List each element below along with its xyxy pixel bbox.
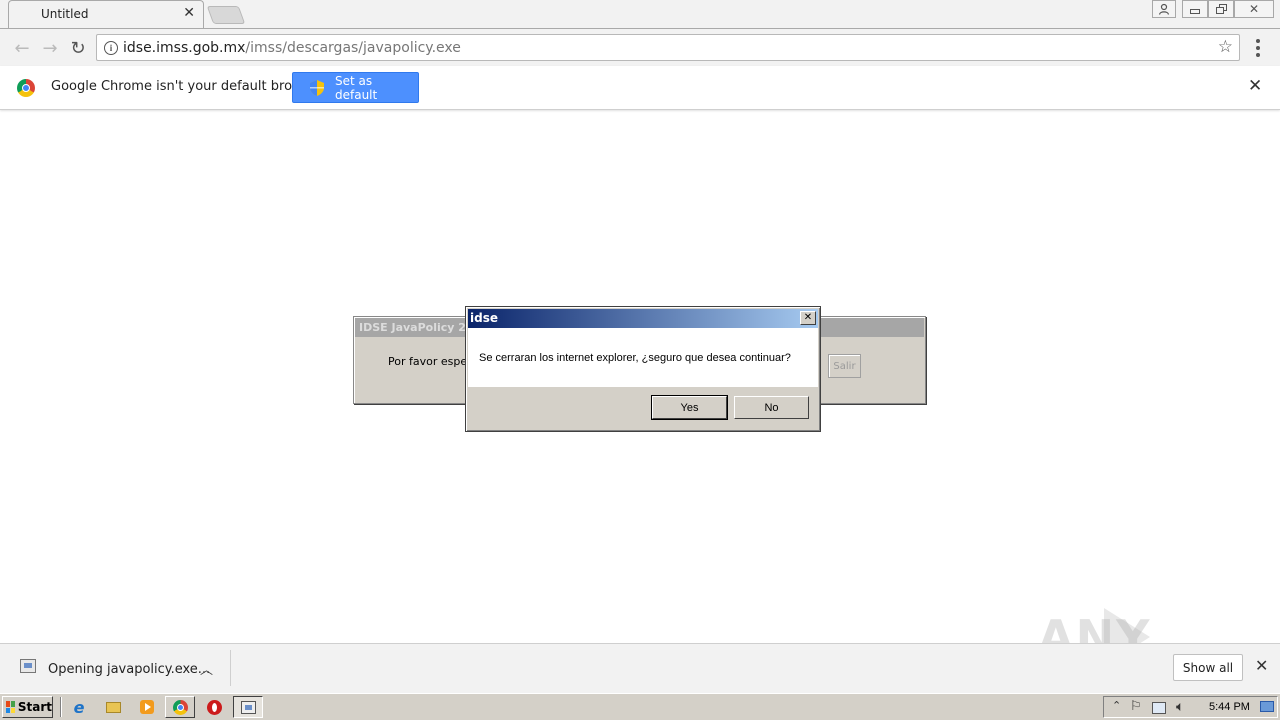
opera-icon: [206, 699, 222, 715]
taskbar-separator: [60, 697, 62, 717]
yes-button[interactable]: Yes: [651, 395, 728, 420]
show-all-button[interactable]: Show all: [1173, 654, 1243, 681]
new-tab-button[interactable]: [206, 6, 246, 24]
url-host: idse.imss.gob.mx: [123, 40, 246, 56]
uac-shield-icon: [310, 80, 324, 96]
opera-quicklaunch[interactable]: [204, 698, 224, 716]
close-window-button[interactable]: ✕: [1234, 0, 1274, 18]
exe-file-icon: [20, 659, 36, 673]
minimize-button[interactable]: [1182, 0, 1208, 18]
minimize-icon: [1190, 8, 1200, 14]
message-box-close-icon[interactable]: ✕: [800, 311, 816, 325]
infobar-close-icon[interactable]: ✕: [1248, 78, 1262, 95]
shelf-divider: [230, 650, 231, 686]
back-button[interactable]: ←: [10, 36, 34, 60]
no-button[interactable]: No: [734, 396, 809, 419]
person-icon: [1158, 3, 1170, 15]
start-button[interactable]: Start: [2, 696, 53, 718]
system-tray: ⌃ ⚐ 🔈︎ 5:44 PM: [1103, 696, 1278, 718]
tab-close-icon[interactable]: ✕: [183, 6, 195, 20]
chrome-taskbar-button[interactable]: [165, 696, 195, 718]
message-box-body: Se cerraran los internet explorer, ¿segu…: [468, 328, 818, 387]
close-icon: ✕: [1248, 2, 1260, 16]
download-shelf: Opening javapolicy.exe... ︿ Show all ✕: [0, 643, 1280, 693]
set-as-default-label: Set as default: [335, 73, 378, 102]
taskbar-clock[interactable]: 5:44 PM: [1209, 701, 1250, 713]
show-desktop-icon[interactable]: [1260, 701, 1274, 716]
reload-icon: ↻: [70, 37, 86, 59]
chrome-icon: [172, 699, 188, 715]
explorer-quicklaunch[interactable]: [103, 698, 123, 716]
arrow-right-icon: →: [42, 37, 58, 59]
media-player-quicklaunch[interactable]: [137, 698, 157, 716]
javapolicy-taskbar-button[interactable]: [233, 696, 263, 718]
profile-button[interactable]: [1152, 0, 1176, 18]
default-browser-infobar: Google Chrome isn't your default browser…: [0, 66, 1280, 110]
show-hidden-icons-chevron-icon[interactable]: ⌃: [1112, 699, 1121, 712]
infobar-message: Google Chrome isn't your default browser: [51, 79, 323, 94]
shelf-close-icon[interactable]: ✕: [1255, 658, 1268, 674]
tab-strip: Untitled ✕ ✕: [0, 0, 1280, 29]
bookmark-star-icon[interactable]: ☆: [1218, 37, 1233, 57]
menu-dots-icon[interactable]: [1256, 39, 1260, 57]
speaker-icon[interactable]: 🔈︎: [1176, 699, 1184, 715]
set-as-default-button[interactable]: Set as default: [292, 72, 419, 103]
salir-button[interactable]: Salir: [828, 354, 861, 378]
info-icon[interactable]: i: [104, 41, 118, 55]
restore-button[interactable]: [1208, 0, 1234, 18]
folder-icon: [105, 701, 121, 713]
forward-button[interactable]: →: [38, 36, 62, 60]
message-box-text: Se cerraran los internet explorer, ¿segu…: [479, 352, 791, 364]
start-label: Start: [17, 700, 52, 714]
url-text: idse.imss.gob.mx/imss/descargas/javapoli…: [123, 40, 461, 56]
network-icon[interactable]: [1152, 699, 1166, 718]
action-center-flag-icon[interactable]: ⚐: [1130, 699, 1142, 714]
browser-tab[interactable]: Untitled ✕: [8, 0, 204, 29]
browser-toolbar: ← → ↻ i idse.imss.gob.mx/imss/descargas/…: [0, 28, 1280, 66]
windows-flag-icon: [6, 701, 15, 713]
url-path: /imss/descargas/javapolicy.exe: [245, 40, 461, 56]
confirm-message-box: idse ✕ Se cerraran los internet explorer…: [465, 306, 821, 432]
media-player-icon: [140, 700, 154, 714]
restore-icon: [1215, 3, 1227, 15]
reload-button[interactable]: ↻: [66, 36, 90, 60]
chevron-up-icon[interactable]: ︿: [200, 659, 213, 678]
internet-explorer-icon: e: [73, 697, 85, 717]
message-box-title: idse ✕: [468, 309, 818, 328]
address-bar[interactable]: i idse.imss.gob.mx/imss/descargas/javapo…: [96, 34, 1240, 61]
chrome-logo-icon: [17, 79, 35, 97]
windows-taskbar: Start e ⌃ ⚐ 🔈︎ 5:44 PM: [0, 693, 1280, 720]
app-window-icon: [240, 700, 256, 714]
ie-quicklaunch[interactable]: e: [69, 697, 89, 717]
tab-title: Untitled: [41, 7, 89, 21]
arrow-left-icon: ←: [14, 37, 30, 59]
download-item-text[interactable]: Opening javapolicy.exe...: [48, 662, 210, 677]
message-box-title-text: idse: [470, 311, 498, 325]
